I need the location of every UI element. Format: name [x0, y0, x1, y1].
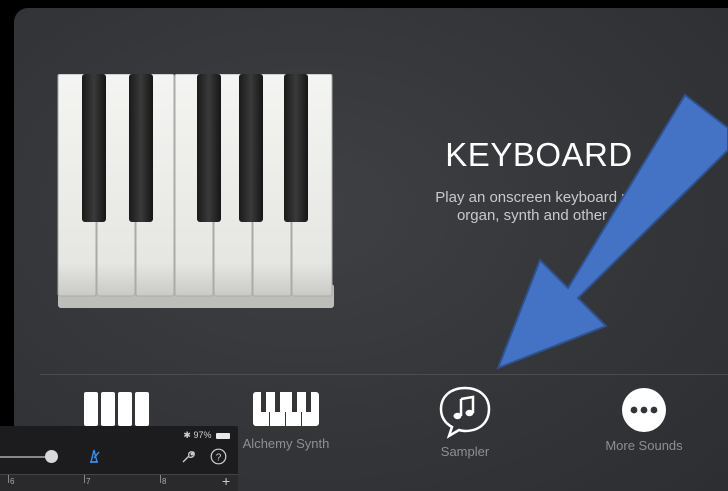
panel-title: KEYBOARD [445, 136, 633, 173]
status-bar: ✱ 97% [183, 430, 230, 441]
help-icon[interactable]: ? [210, 448, 227, 465]
metronome-icon[interactable] [86, 448, 102, 464]
battery-icon [216, 432, 230, 439]
keyboard-keys-icon [84, 392, 149, 426]
ruler-tick [84, 475, 85, 483]
instrument-card[interactable]: KEYBOARD Play an onscreen keyboard usin … [14, 8, 728, 491]
more-dots-icon [622, 388, 666, 432]
ruler-tick [8, 475, 9, 483]
divider [40, 374, 728, 375]
sound-label-sampler: Sampler [440, 444, 490, 459]
sound-item-sampler[interactable]: Sampler [390, 386, 540, 459]
sound-label-more-sounds: More Sounds [605, 438, 683, 453]
volume-slider-knob[interactable] [45, 450, 58, 463]
svg-text:?: ? [216, 452, 222, 463]
add-track-icon[interactable]: + [222, 473, 230, 489]
sampler-note-icon [439, 386, 491, 439]
wrench-icon[interactable] [180, 449, 196, 465]
battery-percentage: 97% [193, 430, 212, 440]
screen: KEYBOARD Play an onscreen keyboard usin … [0, 0, 728, 491]
ruler-tick [160, 475, 161, 483]
mini-app-screenshot: ✱ 97% ? 6 7 8 + [0, 426, 238, 491]
synth-keys-icon [253, 392, 319, 426]
ruler-mark-8: 8 [162, 477, 167, 486]
keyboard-illustration [57, 74, 334, 308]
bluetooth-icon: ✱ [183, 430, 191, 440]
panel-description: Play an onscreen keyboard usin organ, sy… [435, 189, 649, 224]
ruler-mark-7: 7 [86, 477, 91, 486]
ruler-mark-6: 6 [10, 477, 15, 486]
sound-item-more-sounds[interactable]: More Sounds [569, 388, 719, 453]
sound-item-keyboard[interactable] [42, 388, 192, 428]
timeline-ruler[interactable]: 6 7 8 + [0, 473, 238, 491]
